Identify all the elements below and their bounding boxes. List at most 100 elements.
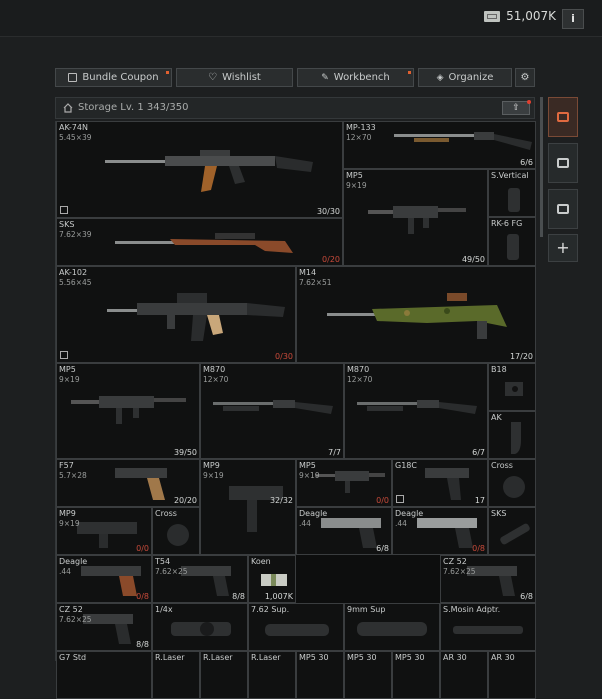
item-mp5-a[interactable]: MP5 9×19 49/50 bbox=[343, 169, 488, 266]
sort-button[interactable]: ⇧ bbox=[502, 100, 531, 115]
item-bottom-6[interactable]: MP5 30 bbox=[344, 651, 392, 699]
item-mp5-c[interactable]: MP5 9×19 0/0 bbox=[296, 459, 392, 507]
item-m14[interactable]: M14 7.62×51 17/20 bbox=[296, 266, 536, 363]
item-cz52-b[interactable]: CZ 52 7.62×25 8/8 bbox=[56, 603, 152, 651]
ammo-count: 6/6 bbox=[520, 158, 533, 167]
item-name: M14 bbox=[299, 268, 317, 277]
scrollbar[interactable] bbox=[540, 97, 543, 237]
item-b18[interactable]: B18 bbox=[488, 363, 536, 411]
crossbow-icon bbox=[167, 524, 189, 546]
grip-icon bbox=[508, 188, 520, 212]
item-cross-2[interactable]: Cross bbox=[152, 507, 200, 555]
item-m870-b[interactable]: M870 12×70 6/7 bbox=[344, 363, 488, 459]
item-bottom-8[interactable]: AR 30 bbox=[440, 651, 488, 699]
organize-button[interactable]: ◈ Organize bbox=[418, 68, 512, 87]
item-mosin-adapter[interactable]: S.Mosin Adptr. bbox=[440, 603, 536, 651]
item-caliber: 7.62×25 bbox=[443, 567, 476, 576]
item-mp5-b[interactable]: MP5 9×19 39/50 bbox=[56, 363, 200, 459]
item-rk6-fg[interactable]: RK-6 FG bbox=[488, 217, 536, 266]
item-name: R.Laser bbox=[203, 653, 233, 662]
item-9mm-suppressor[interactable]: 9mm Sup bbox=[344, 603, 440, 651]
item-name: Deagle bbox=[299, 509, 328, 518]
settings-button[interactable]: ⚙ bbox=[515, 68, 535, 87]
ammo-count: 17/20 bbox=[509, 352, 533, 361]
item-sks-scope[interactable]: SKS bbox=[488, 507, 536, 555]
pistol-icon bbox=[83, 614, 133, 644]
item-name: R.Laser bbox=[155, 653, 185, 662]
item-name: B18 bbox=[491, 365, 507, 374]
gear-icon: ⚙ bbox=[520, 72, 530, 83]
item-name: Cross bbox=[491, 461, 513, 470]
item-deagle-1[interactable]: Deagle .44 6/8 bbox=[296, 507, 392, 555]
item-bottom-4[interactable]: R.Laser bbox=[248, 651, 296, 699]
item-name: CZ 52 bbox=[59, 605, 83, 614]
item-name: R.Laser bbox=[251, 653, 281, 662]
item-762-suppressor[interactable]: 7.62 Sup. bbox=[248, 603, 344, 651]
item-mp9-a[interactable]: MP9 9×19 32/32 bbox=[200, 459, 296, 555]
item-caliber: 7.62×25 bbox=[155, 567, 188, 576]
item-bottom-9[interactable]: AR 30 bbox=[488, 651, 536, 699]
rifle-icon bbox=[115, 233, 293, 253]
storage-tab-home[interactable] bbox=[548, 97, 578, 137]
item-s-vertical[interactable]: S.Vertical bbox=[488, 169, 536, 217]
item-m870-a[interactable]: M870 12×70 7/7 bbox=[200, 363, 344, 459]
item-cross-1[interactable]: Cross bbox=[488, 459, 536, 507]
adapter-icon bbox=[453, 626, 523, 634]
item-mp133[interactable]: MP-133 12×70 6/6 bbox=[343, 121, 536, 169]
item-bottom-2[interactable]: R.Laser bbox=[152, 651, 200, 699]
item-name: MP5 bbox=[346, 171, 363, 180]
ammo-count: 6/8 bbox=[376, 544, 389, 553]
storage-tab-2[interactable] bbox=[548, 143, 578, 183]
smg-icon bbox=[315, 471, 385, 493]
item-g18c[interactable]: G18C 17 bbox=[392, 459, 488, 507]
item-mp9-b[interactable]: MP9 9×19 0/0 bbox=[56, 507, 152, 555]
item-ak102[interactable]: AK-102 5.56×45 0/30 bbox=[56, 266, 296, 363]
item-caliber: 12×70 bbox=[347, 375, 373, 384]
item-bottom-3[interactable]: R.Laser bbox=[200, 651, 248, 699]
item-deagle-2[interactable]: Deagle .44 0/8 bbox=[392, 507, 488, 555]
item-t54[interactable]: T54 7.62×25 8/8 bbox=[152, 555, 248, 603]
top-bar: 51,007K i bbox=[0, 0, 602, 37]
wishlist-button[interactable]: ♡ Wishlist bbox=[176, 68, 293, 87]
item-name: MP-133 bbox=[346, 123, 376, 132]
item-deagle-3[interactable]: Deagle .44 0/8 bbox=[56, 555, 152, 603]
item-ak74n[interactable]: AK-74N 5.45×39 30/30 bbox=[56, 121, 343, 218]
bundle-coupon-button[interactable]: Bundle Coupon bbox=[55, 68, 172, 87]
ammo-count: 0/0 bbox=[136, 544, 149, 553]
item-name: G18C bbox=[395, 461, 417, 470]
item-f57[interactable]: F57 5.7×28 20/20 bbox=[56, 459, 200, 507]
heart-icon: ♡ bbox=[208, 72, 218, 83]
item-caliber: .44 bbox=[299, 519, 311, 528]
ammo-count: 0/8 bbox=[136, 592, 149, 601]
storage-tab-3[interactable] bbox=[548, 189, 578, 229]
item-name: MP5 30 bbox=[299, 653, 329, 662]
ammo-count: 7/7 bbox=[328, 448, 341, 457]
item-ak-mag[interactable]: AK bbox=[488, 411, 536, 459]
item-caliber: 9×19 bbox=[203, 471, 224, 480]
workbench-label: Workbench bbox=[333, 72, 390, 83]
add-storage-button[interactable]: + bbox=[548, 234, 578, 262]
shotgun-icon bbox=[394, 132, 532, 150]
item-bottom-7[interactable]: MP5 30 bbox=[392, 651, 440, 699]
item-name: S.Mosin Adptr. bbox=[443, 605, 501, 614]
item-caliber: 7.62×51 bbox=[299, 278, 332, 287]
info-button[interactable]: i bbox=[562, 9, 584, 29]
ammo-count: 6/7 bbox=[472, 448, 485, 457]
item-bottom-1[interactable]: G7 Std bbox=[56, 651, 152, 699]
item-name: AK bbox=[491, 413, 502, 422]
item-bottom-5[interactable]: MP5 30 bbox=[296, 651, 344, 699]
item-caliber: 9×19 bbox=[299, 471, 320, 480]
wishlist-label: Wishlist bbox=[222, 72, 261, 83]
item-caliber: 9×19 bbox=[59, 375, 80, 384]
item-sks[interactable]: SKS 7.62×39 0/20 bbox=[56, 218, 343, 266]
ammo-count: 8/8 bbox=[136, 640, 149, 649]
item-caliber: 5.45×39 bbox=[59, 133, 92, 142]
ammo-count: 17 bbox=[474, 496, 485, 505]
item-koen[interactable]: Koen 1,007K bbox=[248, 555, 296, 603]
ammo-count: 0/0 bbox=[376, 496, 389, 505]
item-scope[interactable]: 1/4x bbox=[152, 603, 248, 651]
suppressor-icon bbox=[357, 622, 427, 636]
item-cz52-a[interactable]: CZ 52 7.62×25 6/8 bbox=[440, 555, 536, 603]
cash-icon bbox=[484, 10, 501, 22]
workbench-button[interactable]: ✎ Workbench bbox=[297, 68, 414, 87]
